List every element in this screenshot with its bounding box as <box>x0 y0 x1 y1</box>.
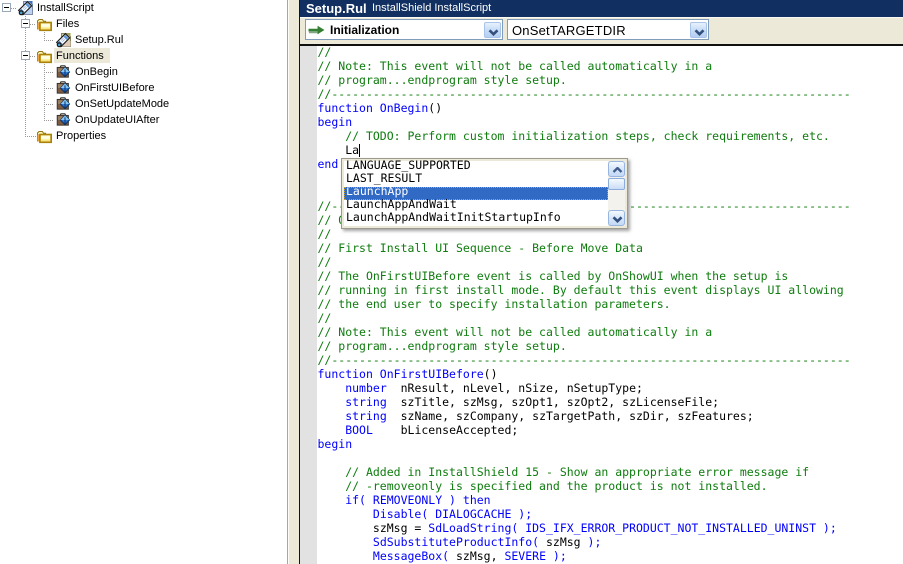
tree-item-setup-rul[interactable]: Setup.Rul <box>0 32 287 48</box>
code-line: // Added in InstallShield 15 - Show an a… <box>318 465 851 479</box>
code-line: // The OnFirstUIBefore event is called b… <box>318 269 851 283</box>
tree-item-onfirstuibefore[interactable]: OnFirstUIBefore <box>0 80 287 96</box>
popup-scrollbar[interactable] <box>608 161 625 226</box>
function-icon <box>55 80 71 96</box>
editor-tab-bar: Setup.Rul InstallShield InstallScript <box>299 0 903 17</box>
tree-expand-box[interactable] <box>21 51 30 60</box>
tree-item-label[interactable]: OnUpdateUIAfter <box>73 112 165 127</box>
code-line: La <box>318 143 851 157</box>
editor-type-label: InstallShield InstallScript <box>372 2 491 14</box>
tree-item-onsetupdatemode[interactable]: OnSetUpdateMode <box>0 96 287 112</box>
panel-splitter[interactable] <box>288 0 299 564</box>
autocomplete-list: LANGUAGE_SUPPORTEDLAST_RESULTLaunchAppLa… <box>344 161 625 226</box>
scroll-up-button[interactable] <box>608 161 625 177</box>
script-file-icon <box>55 32 71 48</box>
tree-item-label[interactable]: OnFirstUIBefore <box>73 80 160 95</box>
function-icon <box>55 112 71 128</box>
tree-item-installscript[interactable]: InstallScript <box>0 0 287 16</box>
code-line: // program...endprogram style setup. <box>318 339 851 353</box>
code-line: // <box>318 227 851 241</box>
tree-item-label[interactable]: OnBegin <box>73 64 124 79</box>
code-line: // the end user to specify installation … <box>318 297 851 311</box>
code-line: begin <box>318 437 851 451</box>
editor-toolbar: Initialization OnSetTARGETDIR <box>299 17 903 44</box>
code-line: function OnFirstUIBefore() <box>318 367 851 381</box>
code-line: // First Install UI Sequence - Before Mo… <box>318 241 851 255</box>
event-category-dropdown-button[interactable] <box>484 22 501 38</box>
text-caret <box>359 144 360 157</box>
code-line: function OnBegin() <box>318 101 851 115</box>
code-selection-margin <box>300 46 317 564</box>
code-line: begin <box>318 115 851 129</box>
code-line: SdSubstituteProductInfo( szMsg ); <box>318 535 851 549</box>
code-line: // <box>318 311 851 325</box>
code-line: Disable( DIALOGCACHE ); <box>318 507 851 521</box>
code-line: // program...endprogram style setup. <box>318 73 851 87</box>
event-handler-dropdown-button[interactable] <box>690 22 707 38</box>
tree-expand-box[interactable] <box>21 19 30 28</box>
code-line: // <box>318 255 851 269</box>
tree-item-label[interactable]: Files <box>54 16 85 31</box>
folder-icon <box>36 128 52 144</box>
code-line: // TODO: Perform custom initialization s… <box>318 129 851 143</box>
tree-item-onbegin[interactable]: OnBegin <box>0 64 287 80</box>
tree-item-label[interactable]: Functions <box>54 48 110 63</box>
code-line <box>318 451 851 465</box>
installshield-script-editor: InstallScriptFilesSetup.RulFunctionsOnBe… <box>0 0 903 564</box>
tree-item-files[interactable]: Files <box>0 16 287 32</box>
code-line: // -removeonly is specified and the prod… <box>318 479 851 493</box>
folder-icon <box>36 16 52 32</box>
tree-item-label[interactable]: InstallScript <box>35 0 100 15</box>
green-arrow-icon <box>308 25 325 35</box>
code-line: if( REMOVEONLY ) then <box>318 493 851 507</box>
panel-left-edge <box>299 0 300 564</box>
code-editor[interactable]: //// Note: This event will not be called… <box>299 44 903 564</box>
code-line: //--------------------------------------… <box>318 87 851 101</box>
code-line: MessageBox( szMsg, SEVERE ); <box>318 549 851 563</box>
code-line: // Note: This event will not be called a… <box>318 59 851 73</box>
code-line: string szName, szCompany, szTargetPath, … <box>318 409 851 423</box>
tree-item-functions[interactable]: Functions <box>0 48 287 64</box>
tree-expand-box[interactable] <box>2 3 11 12</box>
code-text: //// Note: This event will not be called… <box>318 45 851 563</box>
autocomplete-popup: LANGUAGE_SUPPORTEDLAST_RESULTLaunchAppLa… <box>341 158 628 229</box>
folder-icon <box>36 48 52 64</box>
code-line: // Note: This event will not be called a… <box>318 325 851 339</box>
tree-item-properties[interactable]: Properties <box>0 128 287 144</box>
event-category-value: Initialization <box>330 23 399 37</box>
script-explorer-tree: InstallScriptFilesSetup.RulFunctionsOnBe… <box>0 0 288 564</box>
code-line: //--------------------------------------… <box>318 353 851 367</box>
popup-scrollbar-thumb[interactable] <box>608 178 625 190</box>
scroll-down-button[interactable] <box>608 210 625 226</box>
script-icon <box>17 0 33 16</box>
function-icon <box>55 96 71 112</box>
tree-item-label[interactable]: Properties <box>54 128 112 143</box>
autocomplete-item[interactable]: LaunchAppAndWaitInitStartupInfo <box>344 213 608 226</box>
code-line: BOOL bLicenseAccepted; <box>318 423 851 437</box>
tree-item-label[interactable]: OnSetUpdateMode <box>73 96 175 111</box>
code-line: // running in first install mode. By def… <box>318 283 851 297</box>
event-handler-value: OnSetTARGETDIR <box>512 23 626 38</box>
code-line: szMsg = SdLoadString( IDS_IFX_ERROR_PROD… <box>318 521 851 535</box>
tree-item-onupdateuiafter[interactable]: OnUpdateUIAfter <box>0 112 287 128</box>
code-line: string szTitle, szMsg, szOpt1, szOpt2, s… <box>318 395 851 409</box>
code-line: number nResult, nLevel, nSize, nSetupTyp… <box>318 381 851 395</box>
tree-item-label[interactable]: Setup.Rul <box>73 32 129 47</box>
event-category-combobox[interactable]: Initialization <box>305 19 503 40</box>
code-line: // <box>318 45 851 59</box>
function-icon <box>55 64 71 80</box>
script-editor-panel: Setup.Rul InstallShield InstallScript In… <box>299 0 903 564</box>
event-handler-combobox[interactable]: OnSetTARGETDIR <box>507 19 709 40</box>
tab-setup-rul[interactable]: Setup.Rul <box>306 1 367 16</box>
